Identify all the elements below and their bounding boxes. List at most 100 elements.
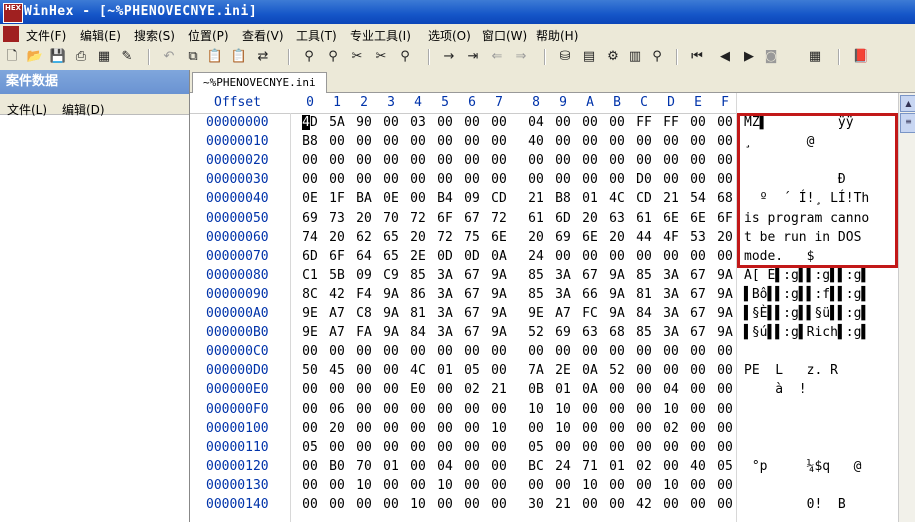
hex-byte[interactable]: 00 (525, 344, 547, 359)
hex-byte[interactable]: 00 (579, 421, 601, 436)
hex-byte[interactable]: 00 (407, 134, 429, 149)
hex-byte[interactable]: 85 (633, 268, 655, 283)
hex-byte[interactable]: 00 (660, 249, 682, 264)
hex-byte[interactable]: 67 (461, 268, 483, 283)
hex-byte[interactable]: 9A (714, 306, 736, 321)
hex-byte[interactable]: 00 (326, 440, 348, 455)
hex-byte[interactable]: 00 (488, 115, 510, 130)
hex-byte[interactable]: 7A (525, 363, 547, 378)
find-icon[interactable]: ⚲ (300, 48, 318, 66)
hex-byte[interactable]: 3A (552, 287, 574, 302)
hex-byte[interactable]: 1F (326, 191, 348, 206)
hex-byte[interactable]: 00 (714, 421, 736, 436)
hex-byte[interactable]: 00 (606, 115, 628, 130)
hex-byte[interactable]: 00 (714, 344, 736, 359)
hex-byte[interactable]: FC (579, 306, 601, 321)
hex-byte[interactable]: 0A (579, 363, 601, 378)
hex-byte[interactable]: 00 (461, 134, 483, 149)
hex-byte[interactable]: 72 (434, 230, 456, 245)
row-offset[interactable]: 00000000 (206, 115, 282, 130)
play-right-icon[interactable]: ▶ (740, 48, 758, 66)
hex-byte[interactable]: 00 (434, 382, 456, 397)
hex-byte[interactable]: 00 (633, 153, 655, 168)
save-icon[interactable]: 💾 (49, 48, 67, 66)
hex-byte[interactable]: 05 (714, 459, 736, 474)
hex-byte[interactable]: 8C (299, 287, 321, 302)
hex-byte[interactable]: 9A (488, 306, 510, 321)
hex-byte[interactable]: 04 (434, 459, 456, 474)
hex-byte[interactable]: 50 (299, 363, 321, 378)
hex-byte[interactable]: 00 (407, 440, 429, 455)
play-left-icon[interactable]: ◀ (716, 48, 734, 66)
hex-byte[interactable]: 00 (714, 134, 736, 149)
hex-byte[interactable]: 85 (633, 325, 655, 340)
hex-byte[interactable]: 00 (380, 115, 402, 130)
hex-byte[interactable]: 00 (606, 134, 628, 149)
hex-byte[interactable]: 00 (326, 153, 348, 168)
hex-byte[interactable]: 02 (660, 421, 682, 436)
row-offset[interactable]: 00000100 (206, 421, 282, 436)
hex-byte[interactable]: 00 (488, 440, 510, 455)
hex-byte[interactable]: 00 (434, 153, 456, 168)
hex-byte[interactable]: 00 (488, 497, 510, 512)
convert-icon[interactable]: ⇄ (254, 48, 272, 66)
hex-byte[interactable]: B8 (552, 191, 574, 206)
document-icon[interactable] (3, 26, 19, 42)
row-offset[interactable]: 00000130 (206, 478, 282, 493)
hex-byte[interactable]: 20 (606, 230, 628, 245)
hex-byte[interactable]: 00 (633, 421, 655, 436)
hex-byte[interactable]: 00 (299, 402, 321, 417)
hex-byte[interactable]: 2E (552, 363, 574, 378)
search-icon[interactable]: ⚲ (648, 48, 666, 66)
hex-byte[interactable]: 9A (606, 287, 628, 302)
hex-byte[interactable]: 21 (552, 497, 574, 512)
properties-icon[interactable]: ▦ (95, 48, 113, 66)
hex-byte[interactable]: C8 (353, 306, 375, 321)
hex-byte[interactable]: 00 (380, 421, 402, 436)
print-icon[interactable]: ⎙ (72, 48, 90, 66)
hex-byte[interactable]: 3A (434, 287, 456, 302)
hex-byte[interactable]: 69 (552, 325, 574, 340)
hex-byte[interactable]: 00 (353, 134, 375, 149)
hex-byte[interactable]: BC (525, 459, 547, 474)
hex-byte[interactable]: 0D (434, 249, 456, 264)
ascii-text[interactable]: 0! B (744, 497, 846, 512)
hex-byte[interactable]: 00 (353, 497, 375, 512)
hex-byte[interactable]: 00 (380, 497, 402, 512)
hex-byte[interactable]: 00 (461, 478, 483, 493)
hex-byte[interactable]: 01 (380, 459, 402, 474)
hex-byte[interactable]: 0A (579, 382, 601, 397)
hex-byte[interactable]: FF (660, 115, 682, 130)
hex-byte[interactable]: 00 (326, 382, 348, 397)
hex-byte[interactable]: 65 (380, 230, 402, 245)
row-offset[interactable]: 000000C0 (206, 344, 282, 359)
hex-byte[interactable]: 00 (552, 344, 574, 359)
hex-byte[interactable]: 00 (606, 153, 628, 168)
row-offset[interactable]: 00000070 (206, 249, 282, 264)
ascii-text[interactable]: ▌§ú▌▌:g▌Rich▌:g▌ (744, 325, 869, 340)
menu-window[interactable]: 窗口(W) (482, 27, 527, 44)
hex-byte[interactable]: 00 (380, 440, 402, 455)
hex-byte[interactable]: 00 (488, 478, 510, 493)
hex-byte[interactable]: 84 (633, 306, 655, 321)
hex-byte[interactable]: 81 (633, 287, 655, 302)
hex-byte[interactable]: 00 (687, 363, 709, 378)
ascii-text[interactable]: ▌Bô▌▌:g▌▌:f▌▌:g▌ (744, 287, 869, 302)
ascii-text[interactable]: °p ¼$q @ (744, 459, 862, 474)
menu-help[interactable]: 帮助(H) (536, 27, 578, 44)
hex-byte[interactable]: 00 (633, 478, 655, 493)
hex-byte[interactable]: 00 (299, 344, 321, 359)
hex-byte[interactable]: 0E (380, 191, 402, 206)
hex-byte[interactable]: 02 (461, 382, 483, 397)
hex-byte[interactable]: 00 (353, 344, 375, 359)
hex-byte[interactable]: 00 (353, 421, 375, 436)
hex-byte[interactable]: 30 (525, 497, 547, 512)
hex-byte[interactable]: 54 (687, 191, 709, 206)
hex-byte[interactable]: 9A (606, 306, 628, 321)
hex-byte[interactable]: 90 (353, 115, 375, 130)
hex-byte[interactable]: 0A (488, 249, 510, 264)
row-offset[interactable]: 000000F0 (206, 402, 282, 417)
hex-byte[interactable]: 00 (407, 344, 429, 359)
hex-byte[interactable]: 67 (461, 211, 483, 226)
disk-icon[interactable]: ⛁ (556, 48, 574, 66)
